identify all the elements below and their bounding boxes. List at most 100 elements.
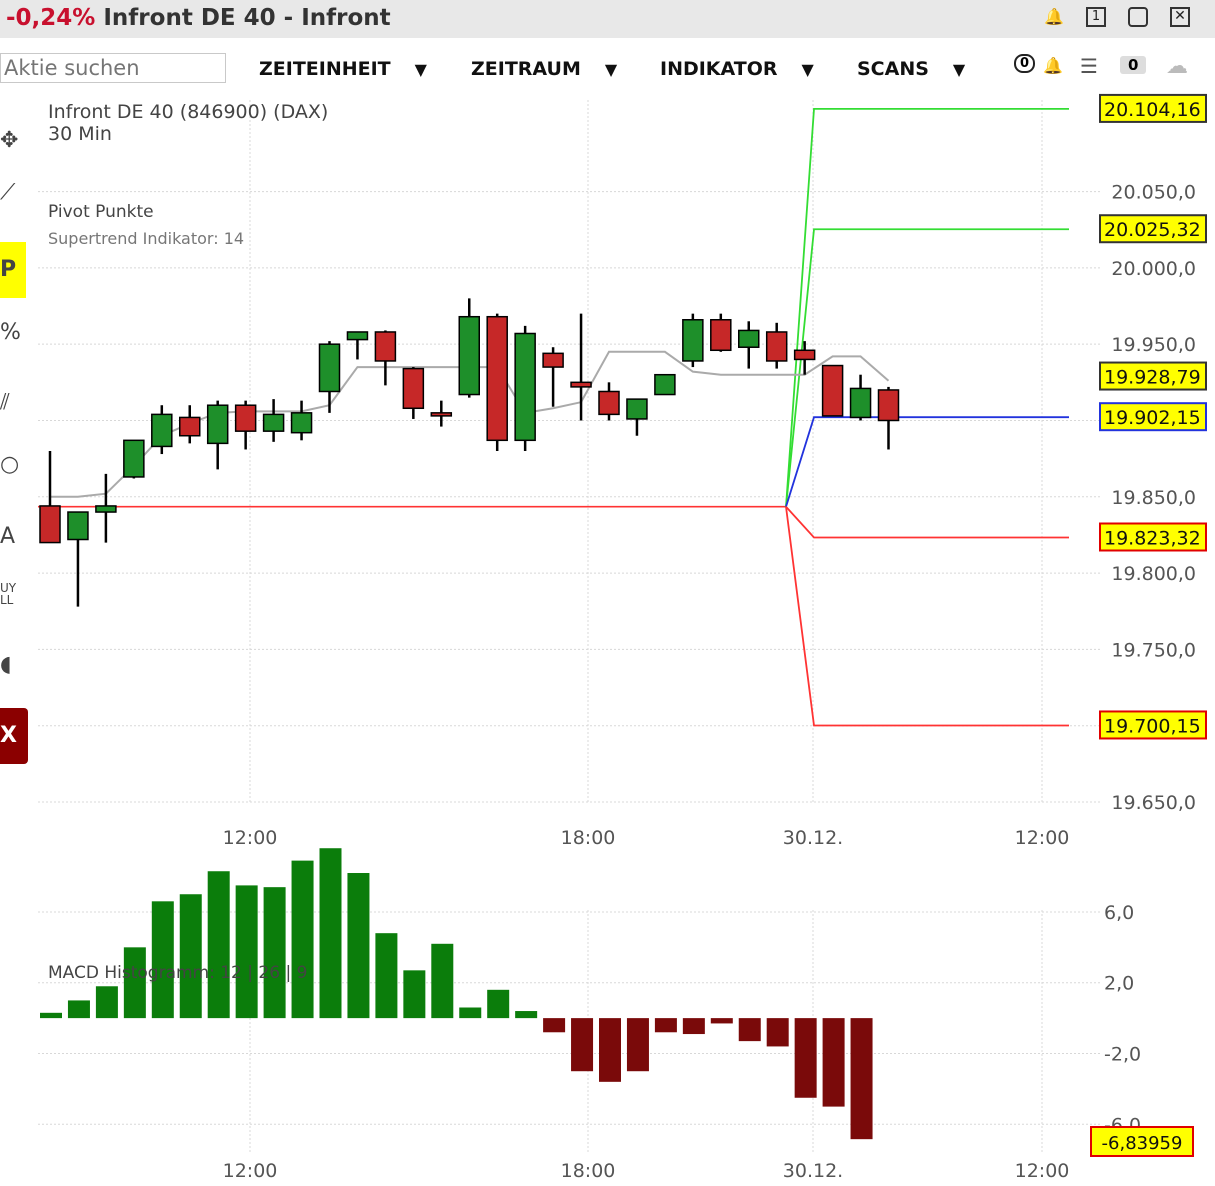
macd-bar xyxy=(850,1018,873,1140)
price-tick-label: 19.950,0 xyxy=(1111,334,1196,356)
candle-body xyxy=(67,511,89,541)
macd-bar xyxy=(375,933,398,1019)
text-tool-button[interactable]: A xyxy=(0,524,15,549)
chevron-down-icon: ▼ xyxy=(952,60,966,79)
pivot-label-box xyxy=(1099,361,1207,391)
price-tick-label: 19.900,0 xyxy=(1111,410,1196,432)
pivot-label-box xyxy=(1099,710,1207,740)
close-icon[interactable]: ✕ xyxy=(1170,7,1190,27)
macd-bar xyxy=(794,1018,817,1098)
macd-bar xyxy=(67,1000,90,1019)
chart-canvas: Infront DE 40 (846900) (DAX) 30 Min Pivo… xyxy=(38,93,1207,1182)
alert-icon[interactable]: 🔔 xyxy=(1043,56,1063,75)
pivot-line xyxy=(785,108,1069,507)
macd-bar xyxy=(151,901,174,1019)
candle-body xyxy=(710,319,732,352)
candle-body xyxy=(290,412,313,434)
macd-bar xyxy=(766,1018,789,1047)
chevron-down-icon: ▼ xyxy=(604,60,618,79)
instrument-title: Infront DE 40 - Infront xyxy=(103,5,391,31)
single-window-icon[interactable]: 1 xyxy=(1086,7,1106,27)
menu-indikator[interactable]: INDIKATOR ▼ xyxy=(660,58,814,80)
pivot-tool-button[interactable]: P xyxy=(0,242,26,298)
move-icon[interactable]: ✥ xyxy=(0,128,18,153)
sound-icon[interactable]: ◖ xyxy=(0,652,12,677)
pivot-line xyxy=(785,506,1069,539)
macd-time-label: 30.12. xyxy=(783,1160,843,1182)
candle-body xyxy=(458,315,480,396)
time-tick-label: 12:00 xyxy=(1015,827,1070,849)
sell-label: LL xyxy=(0,593,14,607)
macd-tick-label: -6,0 xyxy=(1104,1114,1141,1136)
menu-scans[interactable]: SCANS ▼ xyxy=(857,58,965,80)
price-tick-label: 19.800,0 xyxy=(1111,563,1196,585)
macd-bar xyxy=(263,887,286,1019)
candle-body xyxy=(570,381,592,388)
menu-zeiteinheit[interactable]: ZEITEINHEIT ▼ xyxy=(259,58,427,80)
menu-label: ZEITRAUM xyxy=(471,58,581,80)
price-axis: 20.050,0 20.000,0 19.950,0 19.900,0 19.850,0… xyxy=(1111,182,1196,814)
macd-bar xyxy=(95,986,118,1019)
pivot-label: 19.700,15 xyxy=(1104,715,1201,737)
candle-body xyxy=(430,412,453,417)
macd-tick-label: 6,0 xyxy=(1104,902,1134,924)
line-tool-icon[interactable]: ⟋ xyxy=(0,180,15,205)
grid-lines xyxy=(38,100,1100,803)
maximize-icon[interactable] xyxy=(1128,7,1148,27)
macd-bar xyxy=(710,1018,733,1024)
circle-tool-icon[interactable]: ○ xyxy=(0,452,19,477)
macd-time-label: 12:00 xyxy=(223,1160,278,1182)
pivot-label-box xyxy=(1099,522,1207,552)
macd-tick-label: -2,0 xyxy=(1104,1044,1141,1066)
watchlist-add-icon[interactable]: ☰ xyxy=(1080,54,1098,78)
candle-body xyxy=(318,343,341,393)
delete-drawings-button[interactable]: X xyxy=(0,708,28,764)
menu-label: INDIKATOR xyxy=(660,58,778,80)
pivot-lines xyxy=(38,108,1069,727)
macd-time-label: 18:00 xyxy=(561,1160,616,1182)
macd-bar xyxy=(487,989,510,1019)
pivot-label: 20.104,16 xyxy=(1104,99,1201,121)
pivot-line xyxy=(785,228,1069,507)
macd-time-axis: 12:00 18:00 30.12. 12:00 xyxy=(223,1160,1070,1182)
buy-sell-button[interactable]: UY LL xyxy=(0,582,16,606)
alert-count-badge[interactable]: 0 xyxy=(1014,54,1036,73)
macd-last-value-box xyxy=(1090,1126,1194,1157)
bell-icon[interactable]: 🔔 xyxy=(1044,7,1064,27)
macd-bar xyxy=(543,1018,566,1033)
macd-bar xyxy=(207,871,230,1019)
macd-bar xyxy=(515,1011,538,1019)
candle-body xyxy=(542,352,564,368)
chart-subtitle: 30 Min xyxy=(48,123,112,145)
menu-zeitraum[interactable]: ZEITRAUM ▼ xyxy=(471,58,617,80)
percent-tool-button[interactable]: % xyxy=(0,320,21,345)
title-bar: -0,24% Infront DE 40 - Infront 🔔 1 ✕ xyxy=(0,0,1215,38)
candle-body xyxy=(765,331,788,362)
macd-bar xyxy=(682,1018,705,1035)
pivot-label-box xyxy=(1099,93,1207,123)
macd-bar xyxy=(431,943,454,1019)
candle-body xyxy=(95,505,117,513)
candle-body xyxy=(179,416,201,437)
macd-bar xyxy=(123,947,146,1019)
candle-body xyxy=(877,389,900,422)
time-tick-label: 18:00 xyxy=(561,827,616,849)
chart-title: Infront DE 40 (846900) (DAX) xyxy=(48,101,328,123)
search-input[interactable] xyxy=(0,53,226,83)
window-title: -0,24% Infront DE 40 - Infront xyxy=(6,5,391,31)
macd-grid-lines xyxy=(38,910,1100,1152)
macd-bar xyxy=(40,1012,62,1019)
menu-label: ZEITEINHEIT xyxy=(259,58,391,80)
macd-axis: 6,0 2,0 -2,0 -6,0 xyxy=(1104,902,1141,1136)
cloud-icon[interactable]: ☁ xyxy=(1166,54,1188,79)
candle-body xyxy=(821,364,844,417)
change-percent: -0,24% xyxy=(6,5,96,31)
drawing-toolbar: ✥ ⟋ P % ⫽ ○ A UY LL ◖ X xyxy=(0,100,30,800)
price-tick-label: 20.000,0 xyxy=(1111,258,1196,280)
watch-count-badge[interactable]: 0 xyxy=(1120,56,1147,74)
candle-body xyxy=(39,505,61,544)
pivot-labels: 20.104,16 20.025,32 19.928,79 19.902,15 19.8… xyxy=(1099,93,1207,740)
trend-channel-icon[interactable]: ⫽ xyxy=(0,390,10,415)
macd-bar xyxy=(291,860,314,1019)
candle-body xyxy=(206,404,229,445)
